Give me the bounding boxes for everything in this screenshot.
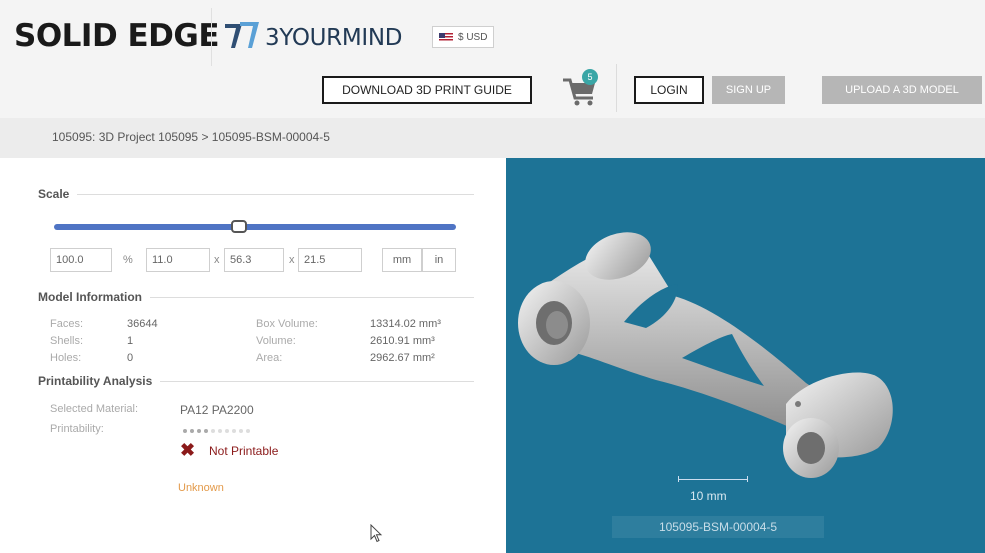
rating-dot <box>197 429 201 433</box>
unit-in-toggle[interactable]: in <box>422 248 456 272</box>
model-name-label: 105095-BSM-00004-5 <box>612 516 824 538</box>
rating-dot <box>218 429 222 433</box>
holes-label: Holes: <box>50 352 82 364</box>
volume-label: Volume: <box>256 335 296 347</box>
faces-value: 36644 <box>127 318 158 330</box>
scale-slider-track[interactable] <box>54 224 456 230</box>
model-settings-panel: Scale 100.0 % 11.0 x 56.3 x 21.5 mm in M… <box>0 158 506 553</box>
dimension-separator: x <box>289 254 295 266</box>
dimension-z-input[interactable]: 21.5 <box>298 248 362 272</box>
currency-label: $ USD <box>458 31 488 43</box>
dimension-separator: x <box>214 254 220 266</box>
rating-dot <box>225 429 229 433</box>
holes-value: 0 <box>127 352 134 364</box>
logo-divider <box>211 8 212 66</box>
area-value: 2962.67 mm² <box>370 352 435 364</box>
3yourmind-logo-icon[interactable] <box>222 18 262 54</box>
shells-value: 1 <box>127 335 134 347</box>
rating-dot <box>232 429 236 433</box>
area-label: Area: <box>256 352 283 364</box>
breadcrumb[interactable]: 105095: 3D Project 105095 > 105095-BSM-0… <box>52 130 330 144</box>
not-printable-icon: ✖ <box>180 440 196 460</box>
rating-dot <box>211 429 215 433</box>
solid-edge-logo[interactable]: SOLID EDGE <box>14 18 220 54</box>
cart-count-badge: 5 <box>582 69 598 85</box>
upload-3d-model-button[interactable]: UPLOAD A 3D MODEL <box>822 76 982 104</box>
download-print-guide-button[interactable]: DOWNLOAD 3D PRINT GUIDE <box>322 76 532 104</box>
printability-label: Printability: <box>50 423 104 435</box>
printability-title: Printability Analysis <box>38 374 161 388</box>
us-flag-icon <box>439 32 453 42</box>
box-volume-label: Box Volume: <box>256 318 318 330</box>
scale-bar-label: 10 mm <box>690 489 727 503</box>
printability-rating <box>183 429 250 433</box>
3yourmind-logo-text[interactable]: 3YOURMIND <box>265 25 402 51</box>
rating-dot <box>246 429 250 433</box>
scale-title: Scale <box>38 187 78 201</box>
dimension-y-input[interactable]: 56.3 <box>224 248 284 272</box>
3d-model-viewer[interactable]: 10 mm 105095-BSM-00004-5 <box>506 158 985 553</box>
model-info-title: Model Information <box>38 290 150 304</box>
printability-status: Not Printable <box>209 444 279 458</box>
faces-label: Faces: <box>50 318 84 330</box>
login-button[interactable]: LOGIN <box>634 76 704 104</box>
mouse-cursor-icon <box>370 524 383 543</box>
header-separator <box>616 64 617 112</box>
material-label: Selected Material: <box>50 403 139 415</box>
unit-mm-toggle[interactable]: mm <box>382 248 422 272</box>
scale-bar <box>678 476 748 482</box>
shells-label: Shells: <box>50 335 84 347</box>
currency-selector[interactable]: $ USD <box>432 26 495 48</box>
volume-value: 2610.91 mm³ <box>370 335 435 347</box>
scale-slider-handle[interactable] <box>230 220 247 233</box>
rating-dot <box>204 429 208 433</box>
rating-dot <box>190 429 194 433</box>
box-volume-value: 13314.02 mm³ <box>370 318 441 330</box>
3d-model-render[interactable] <box>506 158 985 553</box>
printability-unknown-text: Unknown <box>178 482 224 494</box>
rating-dot <box>239 429 243 433</box>
percent-unit-label: % <box>123 254 133 266</box>
breadcrumb-bar: 105095: 3D Project 105095 > 105095-BSM-0… <box>0 118 985 158</box>
scale-percent-input[interactable]: 100.0 <box>50 248 112 272</box>
dimension-x-input[interactable]: 11.0 <box>146 248 210 272</box>
scale-divider <box>38 194 474 195</box>
top-header: SOLID EDGE 3YOURMIND $ USD DOWNLOAD 3D P… <box>0 0 985 118</box>
sign-up-button[interactable]: SIGN UP <box>712 76 785 104</box>
material-value[interactable]: PA12 PA2200 <box>180 403 254 417</box>
rating-dot <box>183 429 187 433</box>
